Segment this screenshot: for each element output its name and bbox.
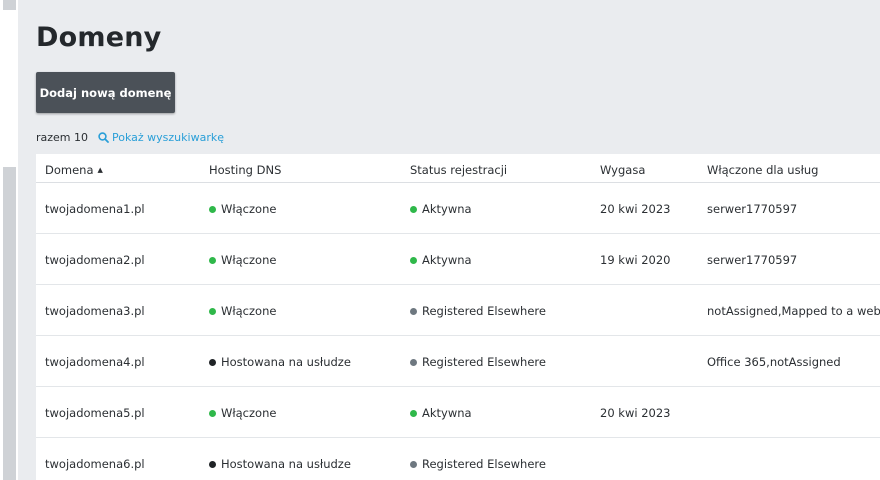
left-rail [0,0,18,480]
scrollbar-top[interactable] [3,0,16,10]
hosting-dns-cell: Włączone [209,253,276,267]
services-value: Office 365,notAssigned [707,355,841,369]
registration-status-dot-icon [410,205,417,213]
table-row[interactable]: twojadomena5.pl Włączone Aktywna 20 kwi … [36,387,880,438]
domains-table: Domena ▲ Hosting DNS Status rejestracji W… [36,154,880,480]
domain-name[interactable]: twojadomena6.pl [45,457,145,471]
page-title: Domeny [36,22,162,53]
main-content: Domeny Dodaj nową domenę razem 10 Pokaż … [18,0,880,480]
hosting-status-dot-icon [209,307,216,315]
hosting-status-dot-icon [209,409,216,417]
registration-status-value: Registered Elsewhere [422,304,546,318]
hosting-status-dot-icon [209,205,216,213]
services-value: notAssigned,Mapped to a website [707,304,880,318]
services-value: serwer1770597 [707,202,798,216]
hosting-status-dot-icon [209,460,216,468]
table-row[interactable]: twojadomena3.pl Włączone Registered Else… [36,285,880,336]
hosting-dns-cell: Włączone [209,406,276,420]
registration-status-value: Aktywna [422,253,472,267]
hosting-dns-value: Hostowana na usłudze [221,355,351,369]
registration-status-cell: Registered Elsewhere [410,457,546,471]
hosting-dns-value: Hostowana na usłudze [221,457,351,471]
hosting-status-dot-icon [209,256,216,264]
hosting-dns-cell: Włączone [209,202,276,216]
hosting-dns-cell: Hostowana na usłudze [209,355,351,369]
domain-name[interactable]: twojadomena5.pl [45,406,145,420]
show-search-label: Pokaż wyszukiwarkę [112,131,224,144]
domain-name[interactable]: twojadomena1.pl [45,202,145,216]
table-row[interactable]: twojadomena1.pl Włączone Aktywna 20 kwi … [36,183,880,234]
hosting-dns-cell: Hostowana na usłudze [209,457,351,471]
table-header: Domena ▲ Hosting DNS Status rejestracji W… [36,154,880,183]
domain-name[interactable]: twojadomena4.pl [45,355,145,369]
total-count: razem 10 [36,131,89,144]
registration-status-dot-icon [410,358,417,366]
registration-status-value: Registered Elsewhere [422,457,546,471]
hosting-dns-value: Włączone [221,304,277,318]
hosting-dns-value: Włączone [221,253,277,267]
expires-value: 20 kwi 2023 [600,202,671,216]
column-header-domain-label: Domena [45,163,94,177]
column-header-status: Status rejestracji [410,163,508,177]
registration-status-cell: Aktywna [410,202,472,216]
services-value: serwer1770597 [707,253,798,267]
search-icon [98,132,109,143]
summary-bar: razem 10 Pokaż wyszukiwarkę [36,131,224,144]
hosting-status-dot-icon [209,358,216,366]
registration-status-dot-icon [410,409,417,417]
registration-status-cell: Aktywna [410,406,472,420]
column-header-hosting: Hosting DNS [209,163,282,177]
table-row[interactable]: twojadomena4.pl Hostowana na usłudze Reg… [36,336,880,387]
hosting-dns-cell: Włączone [209,304,276,318]
registration-status-dot-icon [410,307,417,315]
hosting-dns-value: Włączone [221,202,277,216]
column-header-domain[interactable]: Domena ▲ [45,163,103,177]
table-row[interactable]: twojadomena2.pl Włączone Aktywna 19 kwi … [36,234,880,285]
registration-status-value: Aktywna [422,406,472,420]
add-domain-button[interactable]: Dodaj nową domenę [36,72,175,113]
hosting-dns-value: Włączone [221,406,277,420]
registration-status-dot-icon [410,460,417,468]
scrollbar-thumb[interactable] [3,167,16,480]
sort-asc-icon: ▲ [97,166,103,174]
table-body: twojadomena1.pl Włączone Aktywna 20 kwi … [36,183,880,480]
table-row[interactable]: twojadomena6.pl Hostowana na usłudze Reg… [36,438,880,480]
registration-status-cell: Aktywna [410,253,472,267]
registration-status-dot-icon [410,256,417,264]
domain-name[interactable]: twojadomena3.pl [45,304,145,318]
expires-value: 19 kwi 2020 [600,253,671,267]
expires-value: 20 kwi 2023 [600,406,671,420]
column-header-services: Włączone dla usług [707,163,819,177]
show-search-link[interactable]: Pokaż wyszukiwarkę [98,131,224,144]
domain-name[interactable]: twojadomena2.pl [45,253,145,267]
registration-status-cell: Registered Elsewhere [410,304,546,318]
registration-status-value: Registered Elsewhere [422,355,546,369]
column-header-expires: Wygasa [600,163,646,177]
registration-status-value: Aktywna [422,202,472,216]
registration-status-cell: Registered Elsewhere [410,355,546,369]
